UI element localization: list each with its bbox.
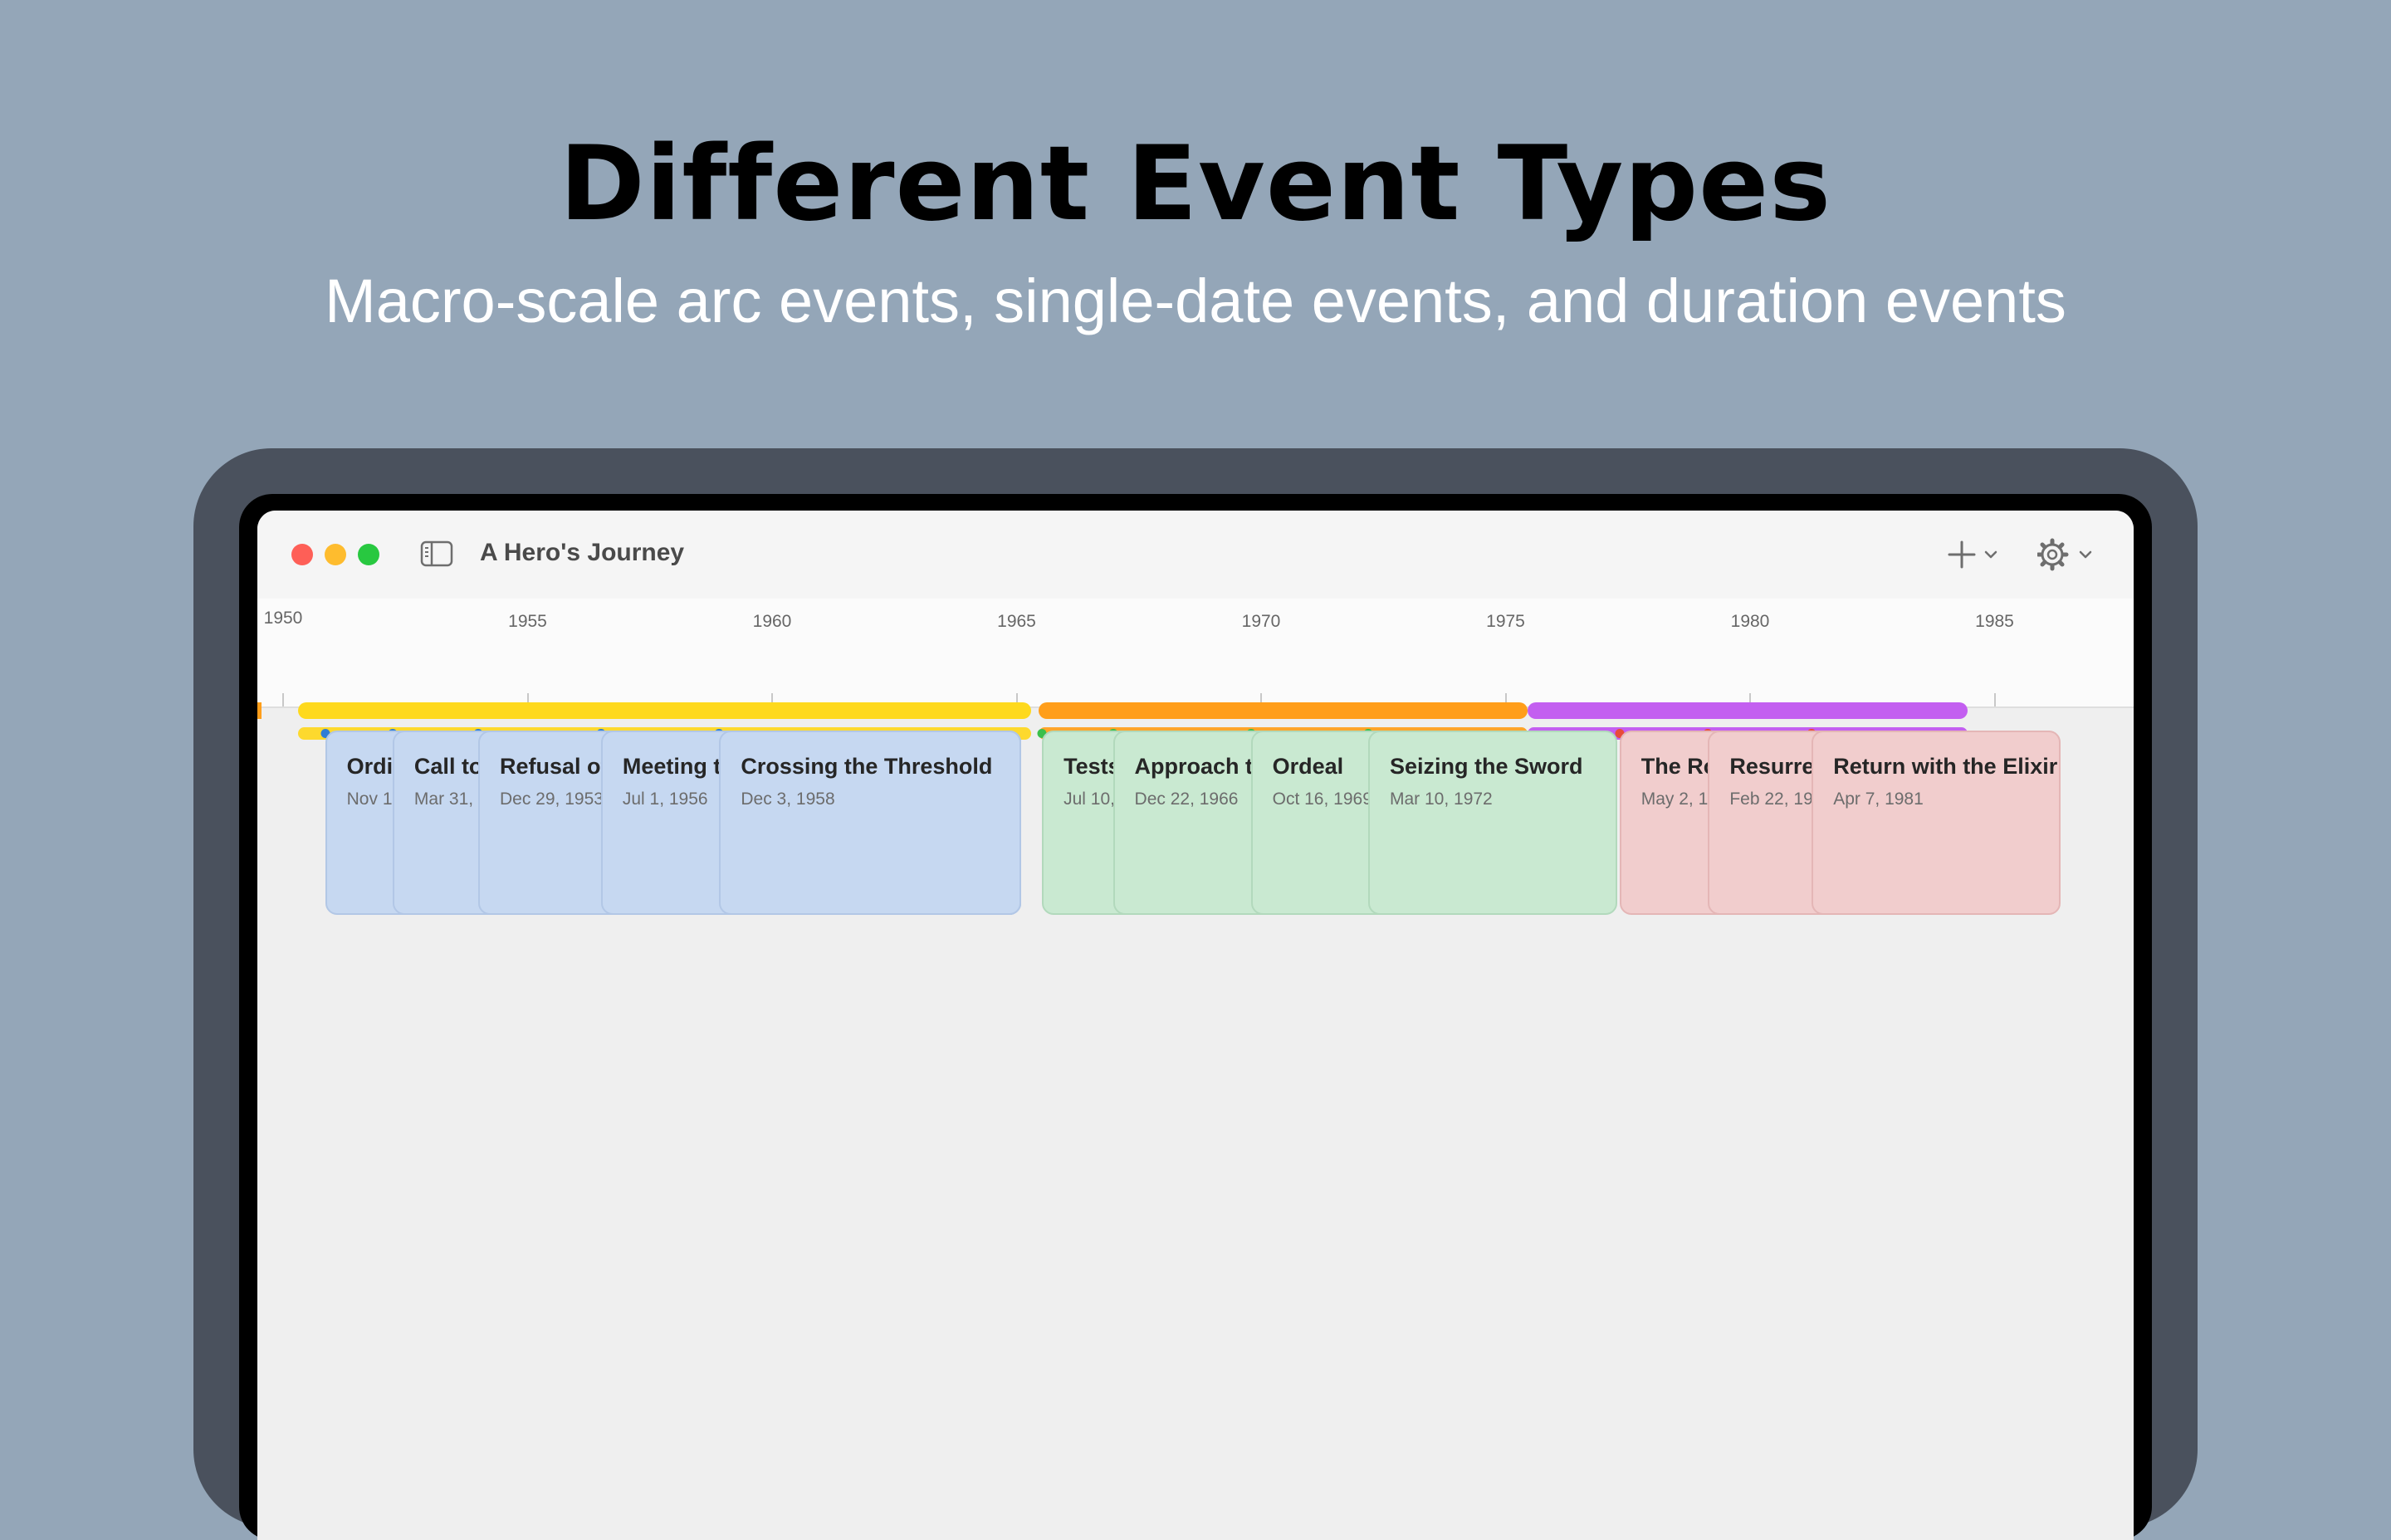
settings-button[interactable] <box>2037 535 2100 574</box>
close-window-button[interactable] <box>291 544 313 565</box>
ruler-year-label: 1975 <box>1486 612 1525 631</box>
event-card-date: Dec 3, 1958 <box>741 790 835 809</box>
window-title: A Hero's Journey <box>480 539 685 566</box>
arc-event-bar[interactable] <box>297 702 1032 719</box>
timeline-ruler[interactable]: 1950 1955 1960 1965 1970 1975 1980 1985 <box>257 599 2134 740</box>
ruler-year-label: 1955 <box>508 612 547 631</box>
chevron-down-icon <box>2079 550 2092 559</box>
marketing-subheadline: Macro-scale arc events, single-date even… <box>325 266 2066 335</box>
gear-icon <box>2037 538 2069 571</box>
zoom-window-button[interactable] <box>358 544 379 565</box>
sidebar-toggle-icon[interactable] <box>420 540 453 567</box>
plus-icon <box>1948 540 1976 569</box>
ruler-tick <box>282 693 284 706</box>
event-card[interactable]: Seizing the Sword Mar 10, 1972 <box>1367 731 1617 915</box>
ruler-year-label: 1965 <box>997 612 1036 631</box>
arc-event-bar[interactable] <box>1528 702 1968 719</box>
chevron-down-icon <box>1984 550 1997 559</box>
ruler-year-label: 1985 <box>1975 612 2014 631</box>
title-bar: A Hero's Journey <box>257 511 2134 600</box>
ruler-year-label: 1960 <box>752 612 792 631</box>
arc-event-bar[interactable] <box>1039 702 1528 719</box>
event-card-title: Crossing the Threshold <box>741 754 993 779</box>
minimize-window-button[interactable] <box>325 544 346 565</box>
event-card-title: Seizing the Sword <box>1389 754 1583 779</box>
add-event-button[interactable] <box>1948 535 2006 574</box>
event-card-title: Return with the Elixir <box>1833 754 2058 779</box>
ruler-tick <box>1993 693 1996 706</box>
ruler-year-label: 1980 <box>1730 612 1770 631</box>
event-card[interactable]: Return with the Elixir Apr 7, 1981 <box>1812 731 2061 915</box>
event-card[interactable]: Crossing the Threshold Dec 3, 1958 <box>719 731 1022 915</box>
offscreen-arc-marker <box>257 702 262 719</box>
app-window: A Hero's Journey 1950 1955 1960 1965 197… <box>257 511 2134 1540</box>
ruler-year-label: 1970 <box>1241 612 1281 631</box>
event-card-date: Mar 10, 1972 <box>1389 790 1493 809</box>
ruler-year-label: 1950 <box>263 609 303 628</box>
marketing-headline: Different Event Types <box>559 125 1832 244</box>
event-card-date: Apr 7, 1981 <box>1833 790 1924 809</box>
